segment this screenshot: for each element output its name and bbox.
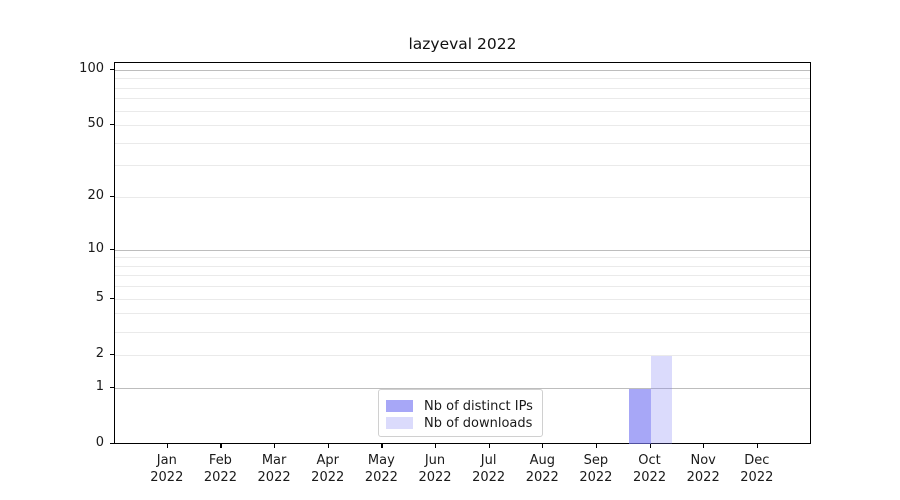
y-tick-mark [110,68,114,70]
x-tick-label: Feb 2022 [203,453,237,485]
bar-nb-of-downloads [650,355,673,444]
gridline-minor [115,142,810,144]
bar-nb-of-distinct-ips [629,388,651,444]
legend-item: Nb of distinct IPs [386,398,542,414]
gridline-minor [115,165,810,167]
y-tick-label: 5 [95,289,104,305]
gridline-major [115,69,810,71]
y-tick-label: 20 [87,188,104,204]
gridline-minor [115,110,810,112]
legend-swatch [386,417,413,429]
figure: lazyeval 2022 0 1 2 5 10 20 50 100 Jan 2022 Feb 2… [0,0,900,500]
y-tick-label: 50 [87,116,104,132]
x-tick-label: Apr 2022 [311,453,345,485]
gridline-minor [115,275,810,277]
x-tick-mark [435,444,437,448]
x-tick-label: Jul 2022 [472,453,506,485]
gridline-minor [115,197,810,199]
gridline-minor [115,286,810,288]
x-tick-mark [756,444,759,448]
y-tick-mark [110,297,114,299]
y-tick-mark [110,196,114,198]
x-tick-label: Aug 2022 [525,453,559,485]
legend-label: Nb of distinct IPs [424,398,533,414]
gridline-minor [115,298,810,300]
x-tick-mark [327,444,329,448]
x-tick-label: Mar 2022 [257,453,291,485]
gridline-minor [115,313,810,315]
gridline-minor [115,87,810,89]
gridline-minor [115,98,810,100]
x-tick-mark [595,444,598,448]
x-tick-label: Jan 2022 [150,453,184,485]
gridline-minor [115,257,810,259]
x-tick-mark [703,444,705,448]
y-tick-mark [110,353,114,356]
y-tick-mark [110,386,114,388]
x-tick-label: Sep 2022 [579,453,613,485]
x-tick-label: Jun 2022 [418,453,452,485]
gridline-minor [115,125,810,127]
y-tick-label: 1 [95,378,104,394]
gridline-minor [115,265,810,267]
x-tick-mark [488,444,490,448]
y-tick-label: 2 [95,345,104,361]
gridline-minor [115,331,810,333]
y-tick-label: 100 [79,60,104,76]
y-tick-mark [110,248,114,250]
x-tick-mark [220,444,222,448]
y-tick-mark [110,124,114,126]
x-tick-label: Nov 2022 [686,453,720,485]
legend-swatch [386,400,413,412]
chart-title: lazyeval 2022 [408,35,517,53]
x-tick-label: Dec 2022 [740,453,774,485]
gridline-minor [115,78,810,80]
x-tick-mark [381,444,383,448]
x-tick-mark [542,444,544,448]
gridline-major [115,249,810,251]
y-tick-mark [110,443,114,445]
gridline-minor [115,354,810,356]
x-tick-mark [274,444,276,448]
x-tick-label: Oct 2022 [633,453,667,485]
y-tick-label: 10 [87,240,104,256]
plot-area [114,62,811,444]
x-tick-label: May 2022 [364,453,398,485]
legend: Nb of distinct IPs Nb of downloads [378,389,543,437]
x-tick-mark [649,444,651,448]
legend-item: Nb of downloads [386,415,542,431]
legend-label: Nb of downloads [424,415,533,431]
x-tick-mark [166,444,168,448]
y-tick-label: 0 [95,435,104,450]
